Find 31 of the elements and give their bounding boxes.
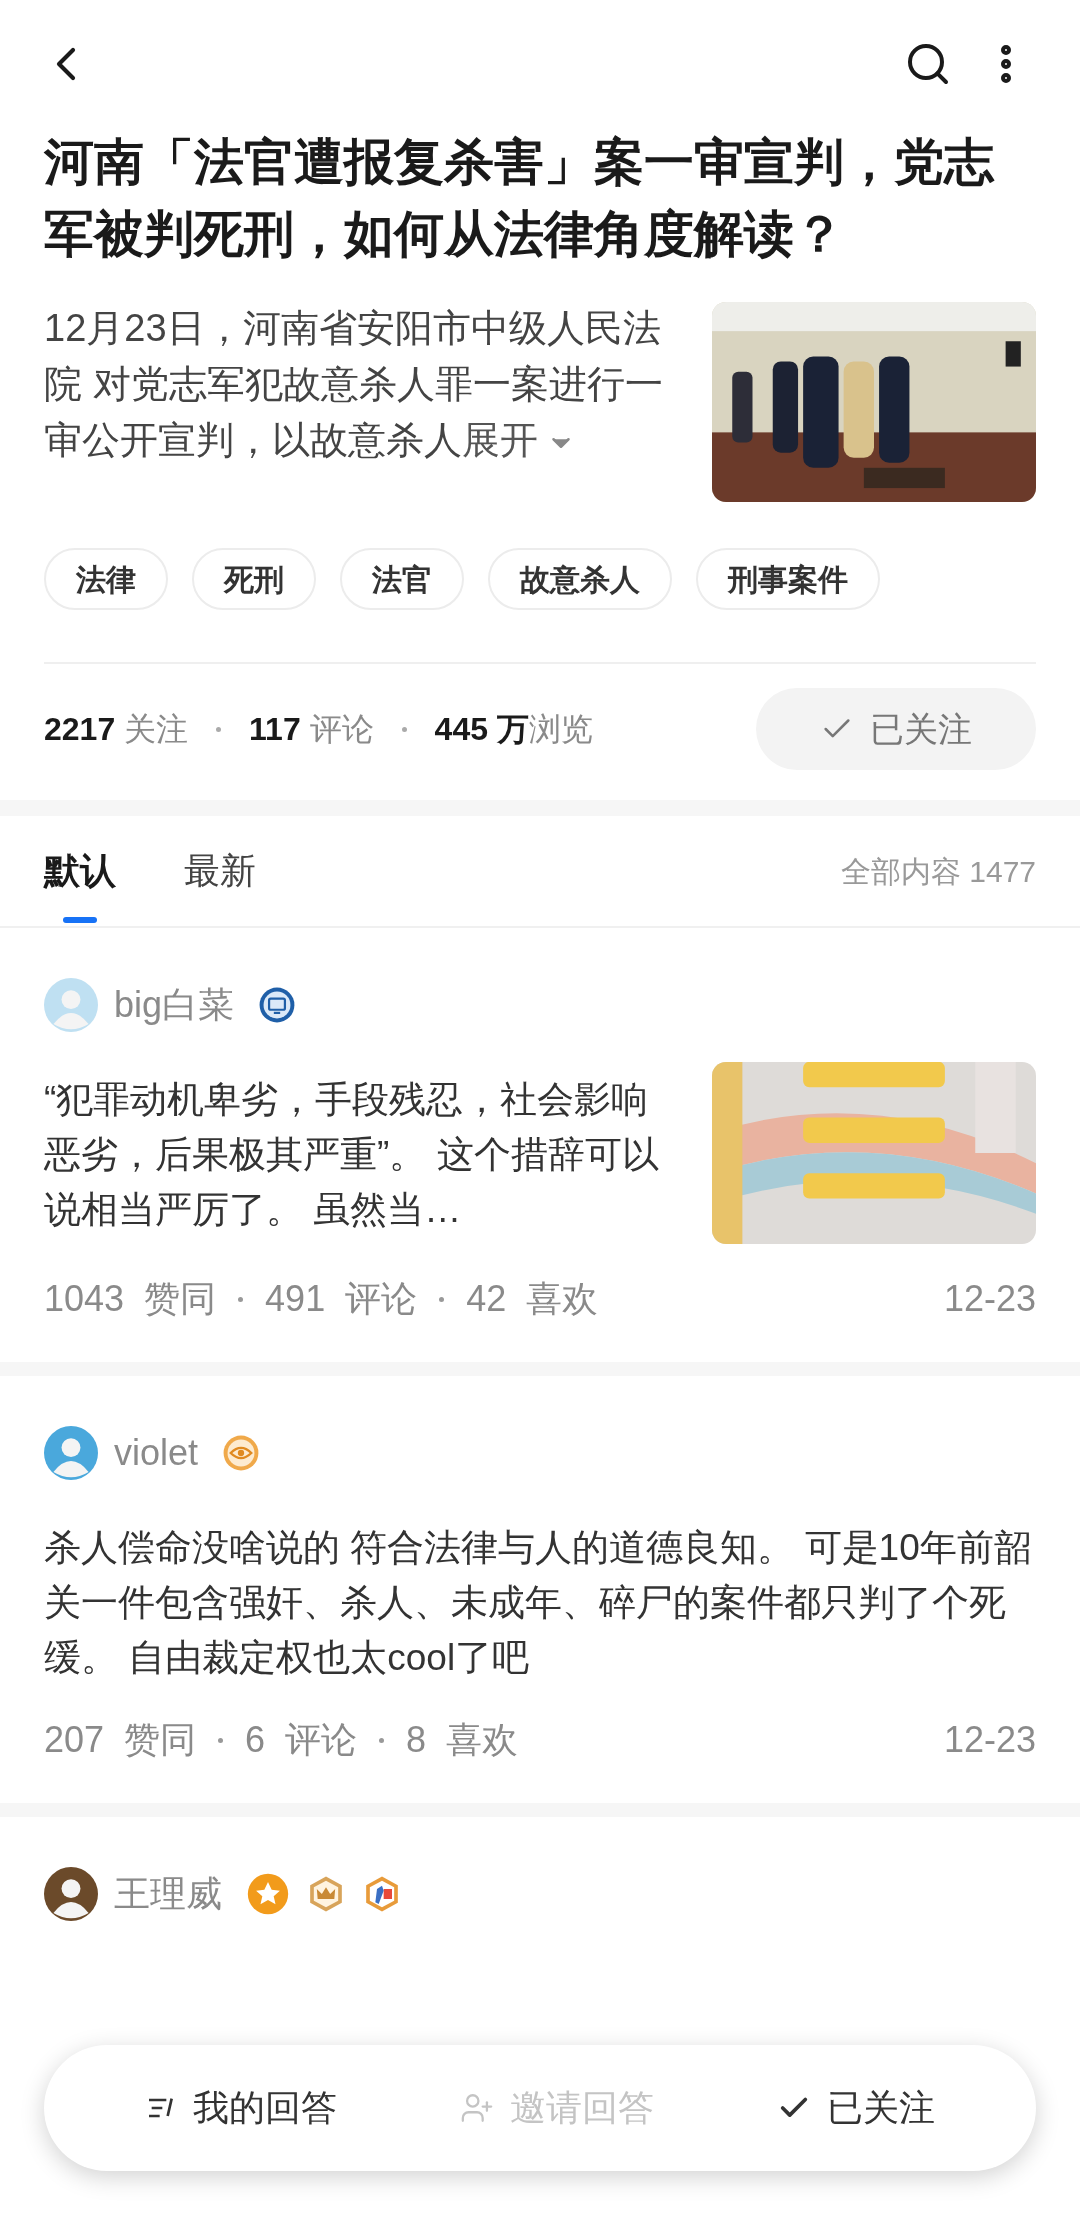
bar-action-button[interactable]: 已关注	[776, 2081, 935, 2135]
question-stat: 117 评论	[249, 710, 374, 749]
answer-stat: 42 喜欢	[466, 1277, 599, 1321]
topic-tag[interactable]: 法律	[44, 548, 168, 610]
answer-stat: 1043 赞同	[44, 1277, 217, 1321]
answer-stat: 491 评论	[265, 1277, 418, 1321]
bar-action-button[interactable]: 我的回答	[145, 2081, 338, 2135]
answer-stat: 8 喜欢	[406, 1718, 519, 1762]
star-badge-icon	[246, 1872, 290, 1916]
total-count: 全部内容 1477	[840, 853, 1036, 890]
answer-stat: 6 评论	[245, 1718, 358, 1762]
answer-excerpt[interactable]: 杀人偿命没啥说的 符合法律与人的道德良知。 可是10年前韶关一件包含强奸、杀人、未成年、碎尸的案件都只判了个死缓。 自由裁定权也太cool了吧	[44, 1520, 1036, 1685]
follow-button[interactable]: 已关注	[756, 688, 1036, 770]
sort-tab[interactable]: 默认	[44, 815, 116, 927]
topic-tag[interactable]: 故意杀人	[488, 548, 672, 610]
topic-tag[interactable]: 法官	[340, 548, 464, 610]
topic-tag[interactable]: 死刑	[192, 548, 316, 610]
sort-tab[interactable]: 最新	[184, 815, 256, 927]
answer-excerpt[interactable]: “犯罪动机卑劣，手段残忍，社会影响恶劣，后果极其严重”。 这个措辞可以说相当严厉了。 虽然当…	[44, 1072, 672, 1244]
answer-date: 12-23	[943, 1718, 1036, 1762]
answer-date: 12-23	[943, 1277, 1036, 1321]
monitor-badge-icon	[258, 986, 297, 1024]
add-user-icon	[460, 2091, 494, 2125]
answer-stat: 207 赞同	[44, 1718, 197, 1762]
question-stat: 2217 关注	[44, 710, 189, 749]
topic-tag[interactable]: 刑事案件	[696, 548, 880, 610]
avatar[interactable]	[44, 1867, 98, 1921]
question-title: 河南「法官遭报复杀害」案一审宣判，党志军被判死刑，如何从法律角度解读？	[44, 133, 996, 264]
question-stat: 445 万浏览	[434, 710, 593, 749]
question-excerpt[interactable]: 12月23日，河南省安阳市中级人民法院 对党志军犯故意杀人罪一案进行一审公开宣判，以故意杀人展开	[44, 300, 688, 502]
eye-badge-icon	[222, 1434, 261, 1472]
